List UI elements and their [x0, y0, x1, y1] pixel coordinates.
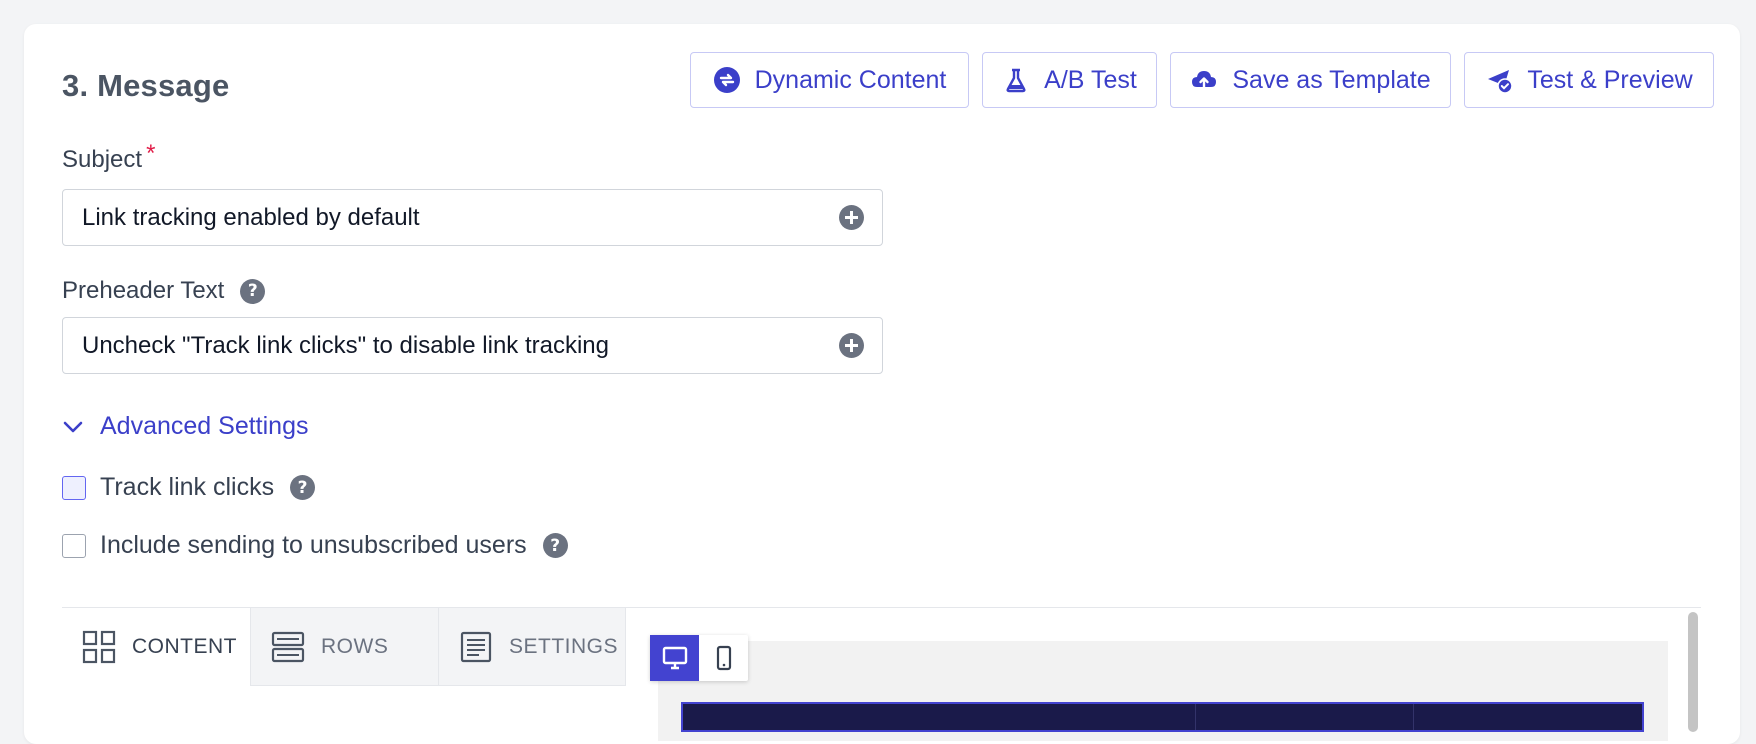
advanced-settings-toggle[interactable]: Advanced Settings [62, 412, 308, 441]
add-personalization-icon[interactable] [839, 205, 864, 230]
save-as-template-button[interactable]: Save as Template [1170, 52, 1451, 108]
required-marker: * [146, 140, 156, 167]
test-preview-button[interactable]: Test & Preview [1464, 52, 1714, 108]
desktop-view-button[interactable] [650, 635, 699, 681]
column-divider [1195, 704, 1196, 730]
tab-rows[interactable]: ROWS [251, 608, 439, 686]
cloud-upload-icon [1192, 71, 1217, 90]
mobile-icon [716, 645, 731, 671]
help-icon[interactable]: ? [290, 475, 316, 500]
preheader-field[interactable]: Uncheck "Track link clicks" to disable l… [62, 317, 883, 374]
track-link-clicks-option: Track link clicks ? [62, 473, 316, 502]
email-canvas[interactable] [681, 702, 1644, 732]
tab-settings[interactable]: SETTINGS [439, 608, 626, 686]
send-check-icon [1488, 70, 1514, 94]
subject-field[interactable]: Link tracking enabled by default [62, 189, 883, 246]
swap-circle-icon [713, 67, 740, 93]
help-icon[interactable]: ? [542, 533, 568, 558]
preheader-value: Uncheck "Track link clicks" to disable l… [82, 332, 609, 359]
desktop-icon [662, 646, 687, 670]
editor-tabs: CONTENT ROWS SETTINGS [62, 608, 626, 686]
subject-label: Subject * [62, 140, 156, 173]
flask-icon [1006, 68, 1026, 93]
preview-scrollbar[interactable] [1688, 612, 1698, 732]
chevron-down-icon [63, 421, 83, 432]
unsubscribed-option: Include sending to unsubscribed users ? [62, 531, 568, 560]
device-toggle [650, 635, 748, 681]
mobile-view-button[interactable] [699, 635, 748, 681]
subject-value: Link tracking enabled by default [82, 204, 420, 231]
grid-icon [82, 630, 116, 664]
track-link-clicks-checkbox[interactable] [62, 475, 86, 500]
column-divider [1413, 704, 1414, 730]
include-unsubscribed-checkbox[interactable] [62, 533, 86, 558]
preheader-label: Preheader Text ? [62, 277, 266, 305]
tab-content[interactable]: CONTENT [62, 608, 251, 686]
settings-doc-icon [460, 631, 492, 662]
rows-icon [271, 631, 305, 662]
add-personalization-icon[interactable] [839, 333, 864, 358]
message-toolbar: Dynamic Content A/B Test Save as Templat… [0, 52, 1756, 110]
ab-test-button[interactable]: A/B Test [982, 52, 1157, 108]
help-icon[interactable]: ? [240, 278, 266, 304]
dynamic-content-button[interactable]: Dynamic Content [690, 52, 969, 108]
